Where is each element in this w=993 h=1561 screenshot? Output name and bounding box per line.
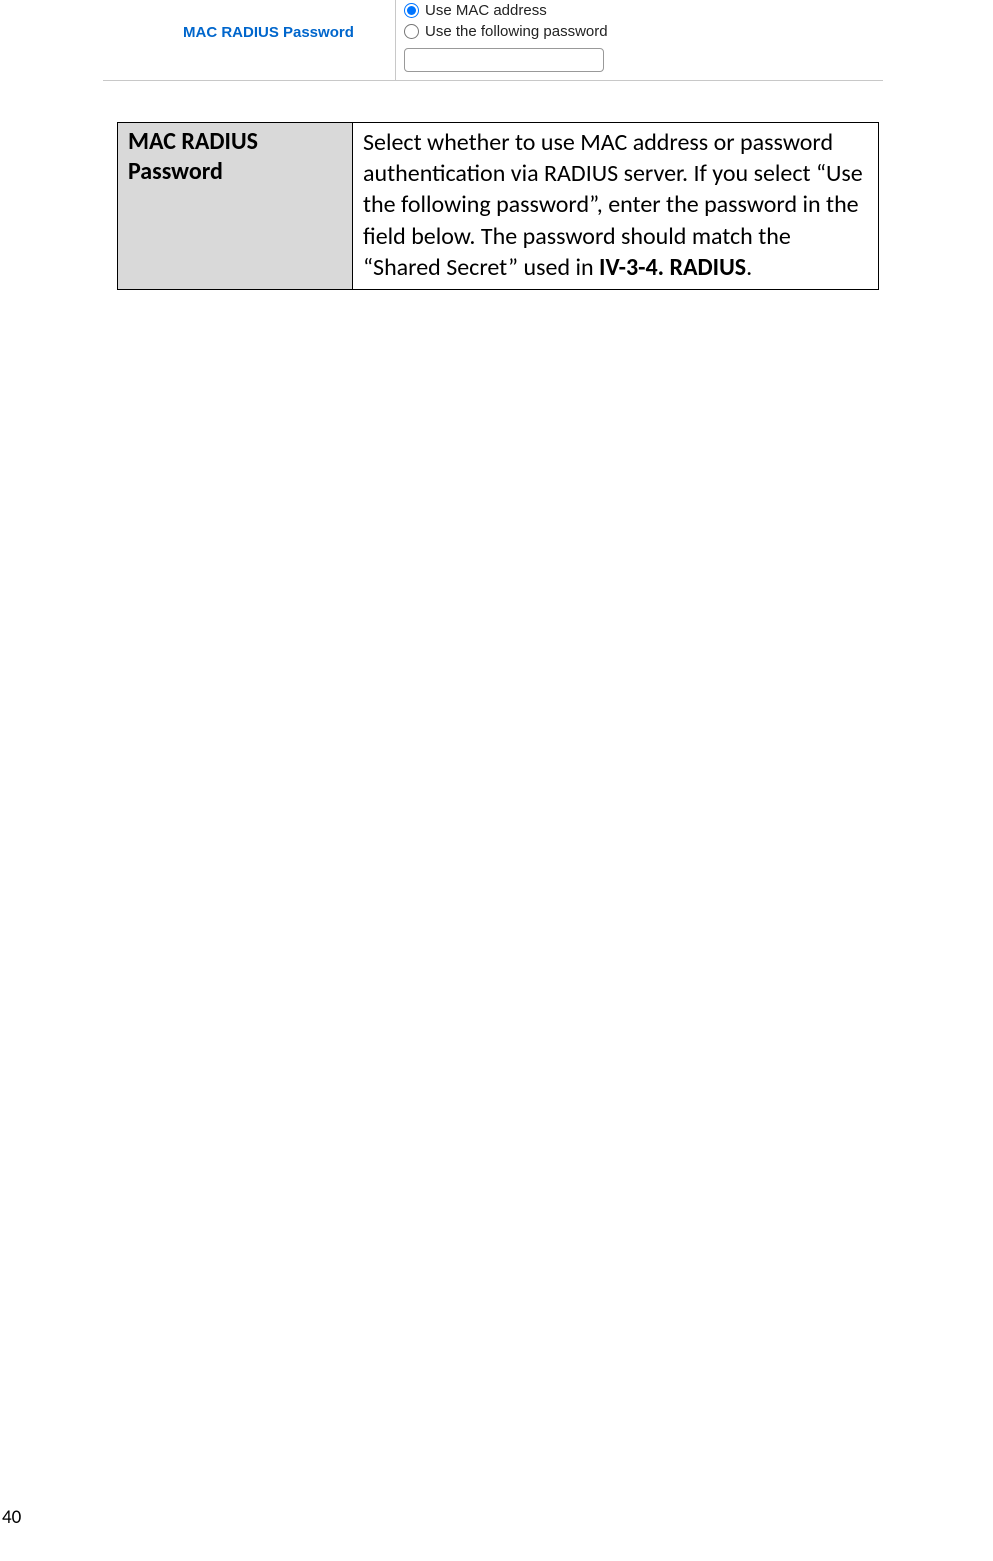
radio-option-use-mac-address: Use MAC address — [404, 2, 883, 19]
description-text-bold: IV-3-4. RADIUS — [599, 253, 746, 282]
config-row-mac-radius-password: MAC RADIUS Password Use MAC address Use … — [103, 0, 883, 81]
radio-label-use-mac-address: Use MAC address — [425, 2, 547, 19]
radio-use-mac-address[interactable] — [404, 3, 419, 18]
radio-use-password[interactable] — [404, 24, 419, 39]
radio-option-use-password: Use the following password — [404, 23, 883, 40]
page-number: 40 — [2, 1506, 21, 1529]
description-text-part2: . — [746, 253, 752, 282]
table-row: MAC RADIUS Password Select whether to us… — [118, 123, 879, 290]
config-panel: MAC RADIUS Password Use MAC address Use … — [103, 0, 883, 81]
radio-label-use-password: Use the following password — [425, 23, 608, 40]
description-label: MAC RADIUS Password — [118, 123, 353, 290]
config-field-label: MAC RADIUS Password — [103, 0, 395, 41]
description-text: Select whether to use MAC address or pas… — [353, 123, 879, 290]
password-input[interactable] — [404, 48, 604, 72]
config-field-value: Use MAC address Use the following passwo… — [395, 0, 883, 80]
description-table: MAC RADIUS Password Select whether to us… — [117, 122, 879, 290]
